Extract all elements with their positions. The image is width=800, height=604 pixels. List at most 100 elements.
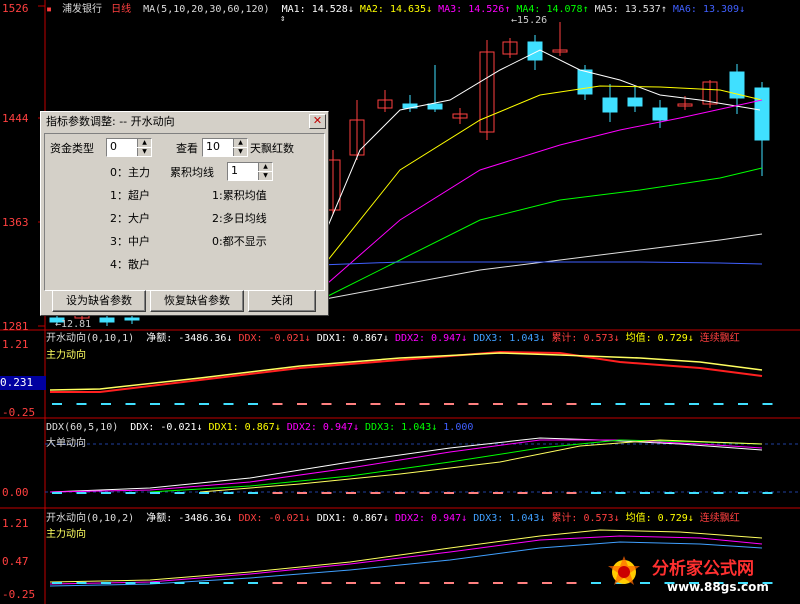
ma6-line <box>319 261 763 266</box>
dialog-title[interactable]: 指标参数调整: -- 开水动向 <box>42 113 327 131</box>
panel3-bar <box>566 582 577 584</box>
stepper-up-icon[interactable]: ▲ <box>258 163 272 171</box>
panel3-bar <box>272 582 283 584</box>
panel2-bar <box>444 492 454 494</box>
ma-params: MA(5,10,20,30,60,120) <box>143 4 270 15</box>
stepper-up-icon[interactable]: ▲ <box>137 139 151 147</box>
fund-type-value[interactable]: 0 <box>110 140 117 153</box>
panel1-bar <box>762 403 773 405</box>
ma2-line <box>319 85 763 271</box>
panel1-bar <box>52 403 62 405</box>
panel2-bar <box>738 492 748 494</box>
option-large: 2：大户 <box>110 212 150 225</box>
set-default-button[interactable]: 设为缺省参数 <box>52 290 146 312</box>
panel2-bar <box>689 492 699 494</box>
price-tick: 1363 <box>2 216 29 229</box>
restore-default-button[interactable]: 恢复缺省参数 <box>150 290 244 312</box>
panel2-bar <box>640 492 650 494</box>
panel3-bar <box>199 582 209 584</box>
panel2-item: DDX2: 0.947↓ <box>286 422 360 433</box>
candle-body <box>427 103 443 110</box>
view-label: 查看 <box>176 142 198 155</box>
panel3-bar <box>321 582 332 584</box>
panel3-tick: 0.47 <box>2 555 29 568</box>
panel3-bar <box>125 582 136 584</box>
panel1-bar <box>542 403 552 405</box>
panel1-bar <box>76 403 87 405</box>
window-icon[interactable]: ▪ <box>46 4 52 15</box>
panel1-bar <box>223 403 234 405</box>
dialog-close-icon[interactable]: ✕ <box>309 114 326 129</box>
stock-name: 浦发银行 <box>62 4 103 15</box>
period-label: 日线 <box>111 4 132 15</box>
panel1-bar <box>566 403 577 405</box>
option-medium: 3：中户 <box>110 235 150 248</box>
main-header: ▪ 浦发银行 日线 MA(5,10,20,30,60,120) MA1: 14.… <box>46 3 757 17</box>
panel1-bar <box>272 403 283 405</box>
panel2-bar <box>174 492 185 494</box>
cum-stepper[interactable]: 1 ▲ ▼ <box>227 162 273 181</box>
panel3-item: DDX1: 0.867↓ <box>316 513 389 524</box>
panel1-bar <box>493 403 503 405</box>
panel1-bar <box>615 403 626 405</box>
panel1-bar <box>640 403 650 405</box>
panel3-item: 累计: 0.573↓ <box>551 513 620 524</box>
watermark-logo <box>604 552 644 592</box>
panel2-subtitle: 大单动向 <box>46 438 86 449</box>
panel3-bar <box>101 582 111 584</box>
panel2-white-line <box>49 437 763 493</box>
stepper-down-icon[interactable]: ▼ <box>137 148 151 156</box>
close-button[interactable]: 关闭 <box>248 290 316 312</box>
panel3-item: DDX3: 1.043↓ <box>473 513 546 524</box>
panel2-bar <box>125 492 136 494</box>
option-super: 1：超户 <box>110 189 150 202</box>
panel1-cursor-value: 0.231 <box>0 376 46 390</box>
panel1-tick: -0.25 <box>2 406 36 419</box>
panel3-bar <box>444 582 454 584</box>
panel3-bar <box>248 582 258 584</box>
panel2-bar <box>370 492 381 494</box>
stepper-down-icon[interactable]: ▼ <box>233 148 247 156</box>
stepper-up-icon[interactable]: ▲ <box>233 139 247 147</box>
panel3-item: 净额: -3486.36↓ <box>146 513 233 524</box>
panel1-item: 均值: 0.729↓ <box>625 333 694 344</box>
panel1-name: 开水动向 <box>46 333 86 344</box>
indicator-param-dialog[interactable]: 指标参数调整: -- 开水动向 ✕ 资金类型 0 ▲ ▼ 查看 10 ▲ ▼ 天… <box>40 111 329 316</box>
view-days-value[interactable]: 10 <box>206 140 220 153</box>
panel3-tick: 1.21 <box>2 517 29 530</box>
watermark-name: 分析家公式网 <box>652 559 754 579</box>
panel2-bar <box>615 492 626 494</box>
option-none: 0:都不显示 <box>212 235 267 248</box>
panel3-tick: -0.25 <box>2 588 36 601</box>
panel2-bar <box>517 492 528 494</box>
panel3-bar <box>493 582 503 584</box>
panel2-bar <box>664 492 675 494</box>
panel1-bar <box>468 403 479 405</box>
panel1-header: 开水动向(0,10,1) 净额: -3486.36↓ DDX: -0.021↓ DD… <box>46 332 752 346</box>
candle-body <box>577 69 593 95</box>
panel1-bar <box>591 403 601 405</box>
fund-type-stepper[interactable]: 0 ▲ ▼ <box>106 138 152 157</box>
panel2-bar <box>542 492 552 494</box>
panel3-bar <box>591 582 601 584</box>
panel1-item: 连续飘红 <box>699 333 740 344</box>
panel3-subtitle: 主力动向 <box>46 529 86 540</box>
panel2-item: DDX1: 0.867↓ <box>208 422 281 433</box>
panel1-item: 净额: -3486.36↓ <box>146 333 233 344</box>
stepper-down-icon[interactable]: ▼ <box>258 172 272 180</box>
panel3-bar <box>150 582 160 584</box>
panel1-bar <box>395 403 405 405</box>
panel2-bar <box>272 492 283 494</box>
panel3-bar <box>52 582 62 584</box>
panel3-bar <box>419 582 430 584</box>
view-days-stepper[interactable]: 10 ▲ ▼ <box>202 138 248 157</box>
high-annotation: ←15.26 <box>511 15 548 26</box>
candle-body <box>124 317 140 321</box>
cum-value[interactable]: 1 <box>231 164 238 177</box>
panel1-bar <box>248 403 258 405</box>
panel2-bar <box>223 492 234 494</box>
price-tick: 1281 <box>2 320 29 333</box>
panel3-item: DDX: -0.021↓ <box>238 513 311 524</box>
panel3-bar <box>174 582 185 584</box>
panel1-bar <box>321 403 332 405</box>
